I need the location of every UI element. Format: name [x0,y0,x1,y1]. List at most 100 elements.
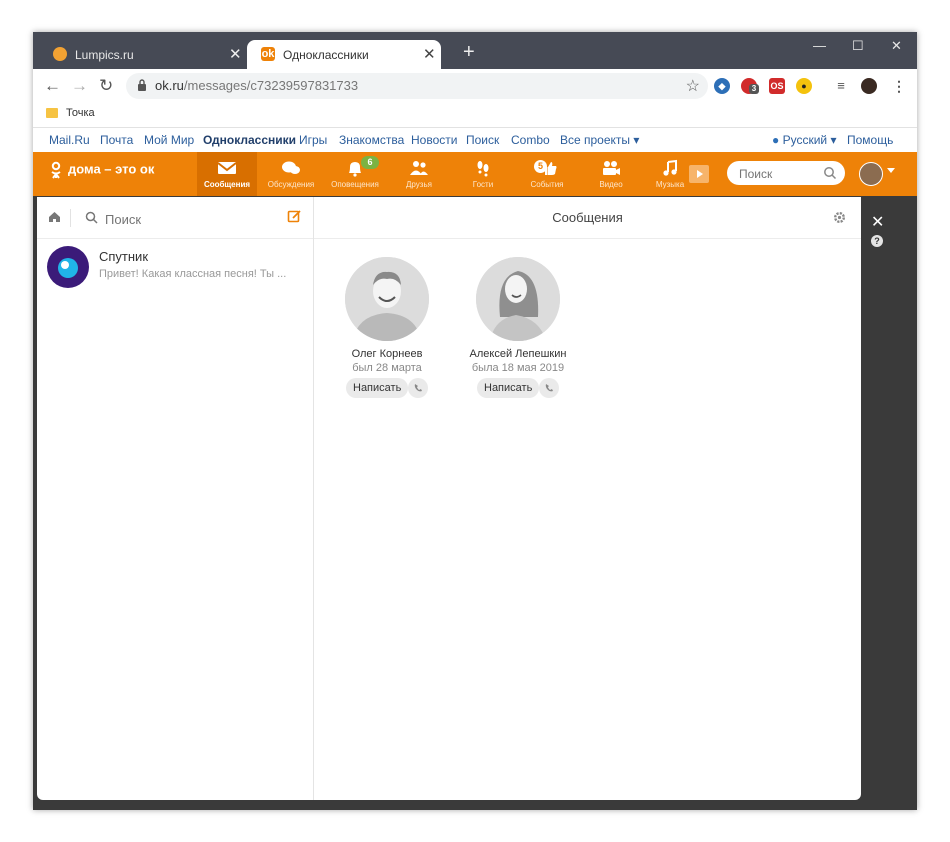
chat-name: Спутник [99,249,149,264]
ok-search-box[interactable] [727,161,845,185]
ok-search-input[interactable] [737,165,823,183]
profile-avatar-icon[interactable] [861,78,877,94]
lock-icon [138,79,146,91]
chat-bubbles-icon [282,161,300,174]
nav-discussions[interactable]: Обсуждения [261,152,321,196]
bookmark-item[interactable]: Точка [66,107,95,119]
sputnik-logo-icon [58,258,78,278]
play-icon [697,170,703,178]
address-bar[interactable]: ok.ru/messages/c73239597831733 ☆ [126,73,708,99]
browser-menu-icon[interactable]: ⋮ [891,78,907,94]
nav-video[interactable]: Видео [581,152,641,196]
nav-notifications[interactable]: Оповещения 6 [325,152,385,196]
conversation-header: Сообщения [314,197,861,239]
portal-link-help[interactable]: Помощь [847,133,893,147]
chat-list-column: Спутник Привет! Какая классная песня! Ты… [37,197,314,800]
tab-close-icon[interactable]: ✕ [423,45,436,63]
portal-link-novosti[interactable]: Новости [411,133,457,147]
nav-guests[interactable]: Гости [453,152,513,196]
portal-bar: Mail.Ru Почта Мой Мир Одноклассники Игры… [33,128,917,153]
portal-link-znakomstva[interactable]: Знакомства [339,133,404,147]
notifications-badge: 6 [361,156,379,169]
forward-icon[interactable]: → [71,76,88,96]
male-avatar-icon [345,257,429,341]
portal-link-ok[interactable]: Одноклассники [203,133,296,147]
minimize-icon[interactable]: — [813,38,826,53]
lumpics-favicon [53,47,67,61]
music-player-button[interactable] [689,165,709,183]
tab-odnoklassniki[interactable]: ok Одноклассники ✕ [247,40,441,69]
write-button[interactable]: Написать [477,378,540,398]
portal-link-moymir[interactable]: Мой Мир [144,133,194,147]
friends-icon [410,161,428,175]
back-icon[interactable]: ← [44,76,61,96]
nav-friends[interactable]: Друзья [389,152,449,196]
contact-actions: Написать [322,378,452,400]
nav-music[interactable]: Музыка [645,152,695,196]
contact-last-seen: была 18 мая 2019 [471,362,565,374]
browser-window: Lumpics.ru ✕ ok Одноклассники ✕ + — ☐ ✕ … [33,32,917,810]
divider [70,209,71,227]
contact-avatar[interactable] [476,257,560,341]
call-button[interactable] [539,378,559,398]
write-button[interactable]: Написать [346,378,409,398]
folder-icon [46,108,58,118]
user-menu-chevron-icon[interactable] [887,168,895,173]
extension-icon[interactable]: ◆ [714,78,730,94]
tab-lumpics[interactable]: Lumpics.ru ✕ [39,40,243,69]
envelope-icon [217,162,237,174]
browser-toolbar: ← → ↻ ok.ru/messages/c73239597831733 ☆ ◆… [33,69,917,103]
maximize-icon[interactable]: ☐ [852,38,864,54]
chat-avatar [47,246,89,288]
chat-preview: Привет! Какая классная песня! Ты ... [99,268,287,280]
language-selector[interactable]: ● Русский ▾ [772,133,836,147]
compose-icon[interactable] [287,209,302,224]
portal-link-all-projects[interactable]: Все проекты ▾ [560,133,639,147]
events-badge: 5 [534,160,547,173]
globe-icon: ● [772,133,780,147]
ok-logo[interactable]: дома – это ок [50,161,154,179]
reading-list-icon[interactable]: ≡ [833,78,849,94]
extension-badge-icon[interactable]: 3 [741,78,759,94]
contact-name: Алексей Лепешкин [469,348,567,360]
search-icon[interactable] [823,166,837,180]
page-viewport: Mail.Ru Почта Мой Мир Одноклассники Игры… [33,128,917,810]
ok-navbar: дома – это ок Сообщения Обсуждения Опове… [33,152,917,196]
reload-icon[interactable]: ↻ [99,76,113,96]
opera-speed-dial-icon[interactable]: OS [769,78,785,94]
portal-link-mailru[interactable]: Mail.Ru [49,133,90,147]
ok-logo-icon [51,161,61,179]
user-avatar[interactable] [859,162,883,186]
ok-favicon: ok [261,47,275,61]
contact-avatar[interactable] [345,257,429,341]
home-icon[interactable] [48,211,61,223]
video-camera-icon [603,161,620,175]
tab-title: Одноклассники [283,48,369,62]
contact-name: Олег Корнеев [351,348,423,360]
female-avatar-icon [476,257,560,341]
bookmark-star-icon[interactable]: ☆ [686,76,700,96]
footprints-icon [477,161,489,177]
nav-events[interactable]: События 5 [517,152,577,196]
chat-search-input[interactable] [103,209,267,229]
phone-icon [545,384,553,392]
url-text: ok.ru/messages/c73239597831733 [155,78,359,93]
tab-strip: Lumpics.ru ✕ ok Одноклассники ✕ + — ☐ ✕ [33,32,917,69]
new-tab-icon[interactable]: + [463,41,475,64]
portal-link-pochta[interactable]: Почта [100,133,133,147]
shield-extension-icon[interactable]: ● [796,78,812,94]
portal-link-igry[interactable]: Игры [299,133,327,147]
portal-link-poisk[interactable]: Поиск [466,133,499,147]
search-icon [85,211,98,224]
portal-link-combo[interactable]: Combo [511,133,550,147]
call-button[interactable] [408,378,428,398]
nav-messages[interactable]: Сообщения [197,152,257,196]
tab-close-icon[interactable]: ✕ [229,45,242,63]
close-messenger-icon[interactable]: ✕ [871,212,884,232]
help-icon[interactable]: ? [871,235,883,247]
chat-list-item[interactable]: Спутник Привет! Какая классная песня! Ты… [37,238,313,296]
extension-badge-count: 3 [749,84,759,94]
window-close-icon[interactable]: ✕ [891,38,902,54]
gear-icon[interactable] [833,211,846,224]
contact-card: Олег Корнеев был 28 марта Написать [322,257,452,400]
